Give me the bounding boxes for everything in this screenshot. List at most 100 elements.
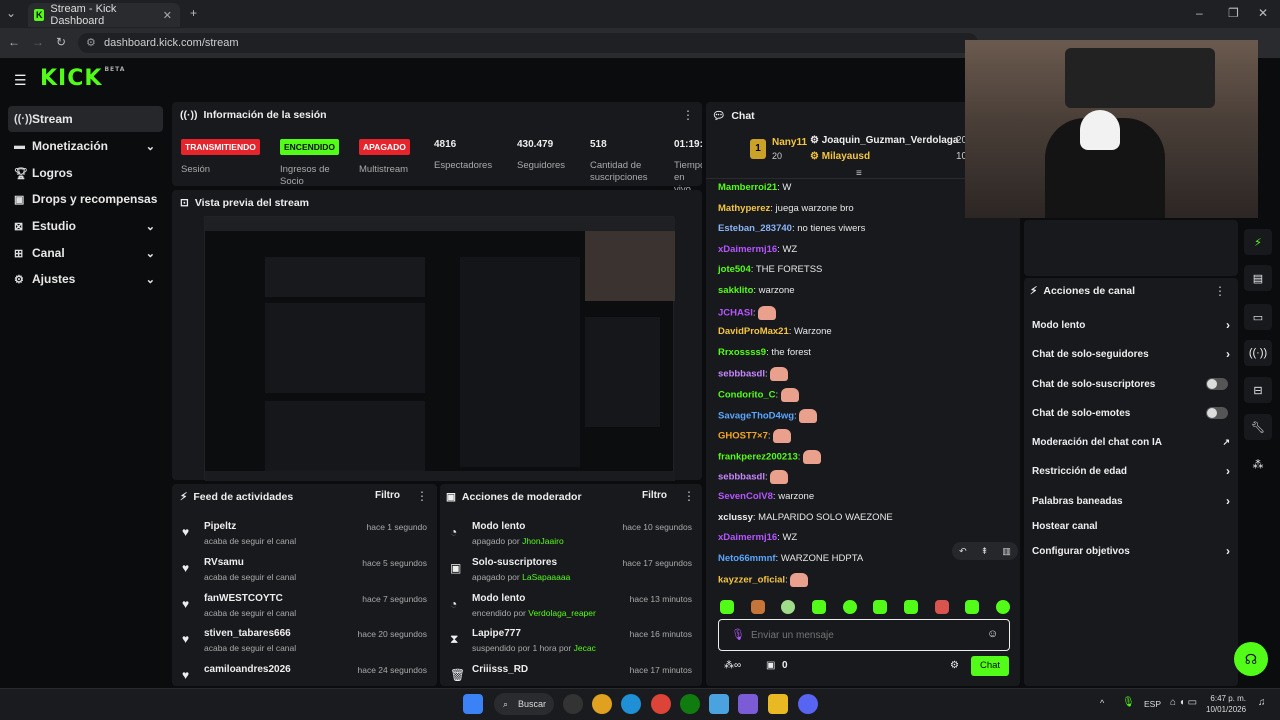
discord-icon[interactable] xyxy=(798,694,818,714)
tab-search-icon[interactable]: ⌄ xyxy=(6,6,16,20)
windows-start-icon[interactable] xyxy=(463,694,483,714)
feed-user[interactable]: fanWESTCOYTC xyxy=(204,593,283,604)
chat-username[interactable]: Neto66mmnf xyxy=(718,553,776,564)
chat-input-box[interactable]: 🎙︎ ☺ xyxy=(718,619,1010,651)
network-icon[interactable]: ⌂ ◖ ▭ xyxy=(1170,697,1197,708)
mod-filter-button[interactable]: Filtro xyxy=(642,490,667,501)
emote-icon[interactable] xyxy=(811,600,826,614)
feed-user[interactable]: stiven_tabares666 xyxy=(204,628,291,639)
mod-user[interactable]: JhonJaairo xyxy=(522,536,564,546)
bolt-rail-button[interactable]: ⚡︎ xyxy=(1244,229,1272,255)
leader-user-3[interactable]: ⚙ Milayausd xyxy=(810,151,870,162)
emote-icon[interactable] xyxy=(842,600,857,614)
chat-username[interactable]: sebbbasdl xyxy=(718,369,765,380)
layout-rail-button[interactable]: ⊟ xyxy=(1244,377,1272,403)
action-age-restriction[interactable]: Restricción de edad › xyxy=(1024,460,1238,482)
chat-username[interactable]: sakklito xyxy=(718,285,753,296)
action-banned-words[interactable]: Palabras baneadas › xyxy=(1024,490,1238,512)
xbox-icon[interactable] xyxy=(680,694,700,714)
chrome-2-icon[interactable] xyxy=(651,694,671,714)
points-rail-button[interactable]: ⁂ xyxy=(1244,451,1272,477)
kick-logo[interactable]: KICK BETA xyxy=(40,66,125,91)
chrome-icon[interactable] xyxy=(592,694,612,714)
pin-icon[interactable]: ⇞ xyxy=(981,546,989,557)
leader-user[interactable]: Nany11 xyxy=(772,137,807,148)
back-icon[interactable]: ← xyxy=(8,35,20,49)
sidebar-item-stream[interactable]: ((·)) Stream xyxy=(8,106,163,132)
gift-icon[interactable]: ▣ xyxy=(766,660,775,671)
sidebar-item-canal[interactable]: ⊞ Canal ⌄ xyxy=(8,240,163,266)
chat-username[interactable]: frankperez200213 xyxy=(718,451,798,462)
chat-username[interactable]: Mamberroi21 xyxy=(718,182,777,193)
chat-username[interactable]: Esteban_283740 xyxy=(718,223,792,234)
file-explorer-icon[interactable] xyxy=(768,694,788,714)
chat-username[interactable]: sebbbasdl xyxy=(718,472,765,483)
new-tab-icon[interactable]: + xyxy=(190,6,197,20)
chat-username[interactable]: SavageThoD4wg xyxy=(718,410,794,421)
emoji-icon[interactable]: ☺ xyxy=(987,628,998,640)
kebab-menu-icon[interactable]: ⋮ xyxy=(683,489,695,503)
subs-only-toggle[interactable] xyxy=(1206,378,1228,390)
emote-icon[interactable] xyxy=(995,600,1010,614)
action-host-channel[interactable]: Hostear canal xyxy=(1024,515,1238,537)
close-tab-icon[interactable]: ✕ xyxy=(163,9,172,22)
chat-username[interactable]: Condorito_C xyxy=(718,390,776,401)
photos-icon[interactable] xyxy=(709,694,729,714)
maximize-icon[interactable]: ❐ xyxy=(1228,6,1239,20)
close-window-icon[interactable]: ✕ xyxy=(1258,6,1268,20)
chat-username[interactable]: xDaimermj16 xyxy=(718,244,777,255)
emote-icon[interactable] xyxy=(720,600,734,614)
emote-icon[interactable] xyxy=(965,600,980,614)
action-slow-mode[interactable]: Modo lento › xyxy=(1024,314,1238,336)
reply-icon[interactable]: ↶ xyxy=(959,546,967,557)
sidebar-item-monetizacion[interactable]: ▬ Monetización ⌄ xyxy=(8,133,163,159)
sidebar-item-logros[interactable]: 🏆︎ Logros xyxy=(8,160,163,186)
hamburger-menu-icon[interactable]: ☰ xyxy=(14,72,27,89)
chat-message-input[interactable] xyxy=(751,626,981,644)
emote-icon[interactable] xyxy=(873,600,888,614)
tray-chevron-icon[interactable]: ^ xyxy=(1100,698,1104,708)
support-headset-button[interactable]: ☊ xyxy=(1234,642,1268,676)
stream-video-preview[interactable] xyxy=(204,216,675,481)
leader-user-2[interactable]: ⚙ Joaquin_Guzman_Verdolaga xyxy=(810,135,958,146)
mod-user[interactable]: LaSapaaaaa xyxy=(522,572,570,582)
kebab-menu-icon[interactable]: ⋮ xyxy=(1214,284,1226,298)
forward-icon[interactable]: → xyxy=(32,35,44,49)
emote-icon[interactable] xyxy=(934,600,949,614)
edge-icon[interactable] xyxy=(621,694,641,714)
chat-username[interactable]: jote504 xyxy=(718,264,751,275)
feed-user[interactable]: camiloandres2026 xyxy=(204,664,291,675)
action-followers-only[interactable]: Chat de solo-seguidores › xyxy=(1024,343,1238,365)
taskbar-search[interactable]: ⌕ Buscar xyxy=(494,693,554,715)
sidebar-item-estudio[interactable]: ⊠ Estudio ⌄ xyxy=(8,213,163,239)
chat-username[interactable]: Mathyperez xyxy=(718,203,770,214)
reload-icon[interactable]: ↻ xyxy=(56,35,66,49)
site-info-icon[interactable]: ⚙ xyxy=(86,33,96,53)
send-chat-button[interactable]: Chat xyxy=(971,656,1009,676)
points-icon[interactable]: ⁂∞ xyxy=(724,660,741,671)
app-icon[interactable] xyxy=(563,694,583,714)
microphone-icon[interactable]: 🎙︎ xyxy=(731,628,745,641)
mod-user[interactable]: Verdolaga_reaper xyxy=(528,608,596,618)
chat-username[interactable]: xclussy xyxy=(718,512,753,523)
chat-username[interactable]: GHOST7×7 xyxy=(718,431,768,442)
sidebar-item-drops[interactable]: ▣ Drops y recompensas xyxy=(8,186,163,212)
minimize-icon[interactable]: – xyxy=(1196,6,1203,20)
emote-icon[interactable] xyxy=(781,600,796,614)
mod-action-name[interactable]: Criiisss_RD xyxy=(472,664,528,675)
chat-username[interactable]: kayzzer_oficial xyxy=(718,575,785,586)
emote-icon[interactable] xyxy=(750,600,765,614)
kebab-menu-icon[interactable]: ⋮ xyxy=(682,108,694,122)
wrench-rail-button[interactable]: 🔧︎ xyxy=(1244,414,1272,440)
language-indicator[interactable]: ESP xyxy=(1144,699,1161,709)
action-ai-moderation[interactable]: Moderación del chat con IA ↗ xyxy=(1024,431,1238,453)
mod-action-name[interactable]: Lapipe777 xyxy=(472,628,521,639)
delete-icon[interactable]: ▥ xyxy=(1002,546,1011,557)
notification-bell-icon[interactable]: ♫ xyxy=(1258,697,1266,708)
feed-user[interactable]: Pipeltz xyxy=(204,521,236,532)
url-input[interactable]: ⚙ dashboard.kick.com/stream xyxy=(78,33,978,53)
chat-username[interactable]: xDaimermj16 xyxy=(718,532,777,543)
action-set-goals[interactable]: Configurar objetivos › xyxy=(1024,540,1238,562)
chat-username[interactable]: DavidProMax21 xyxy=(718,326,789,337)
sidebar-item-ajustes[interactable]: ⚙ Ajustes ⌄ xyxy=(8,266,163,292)
